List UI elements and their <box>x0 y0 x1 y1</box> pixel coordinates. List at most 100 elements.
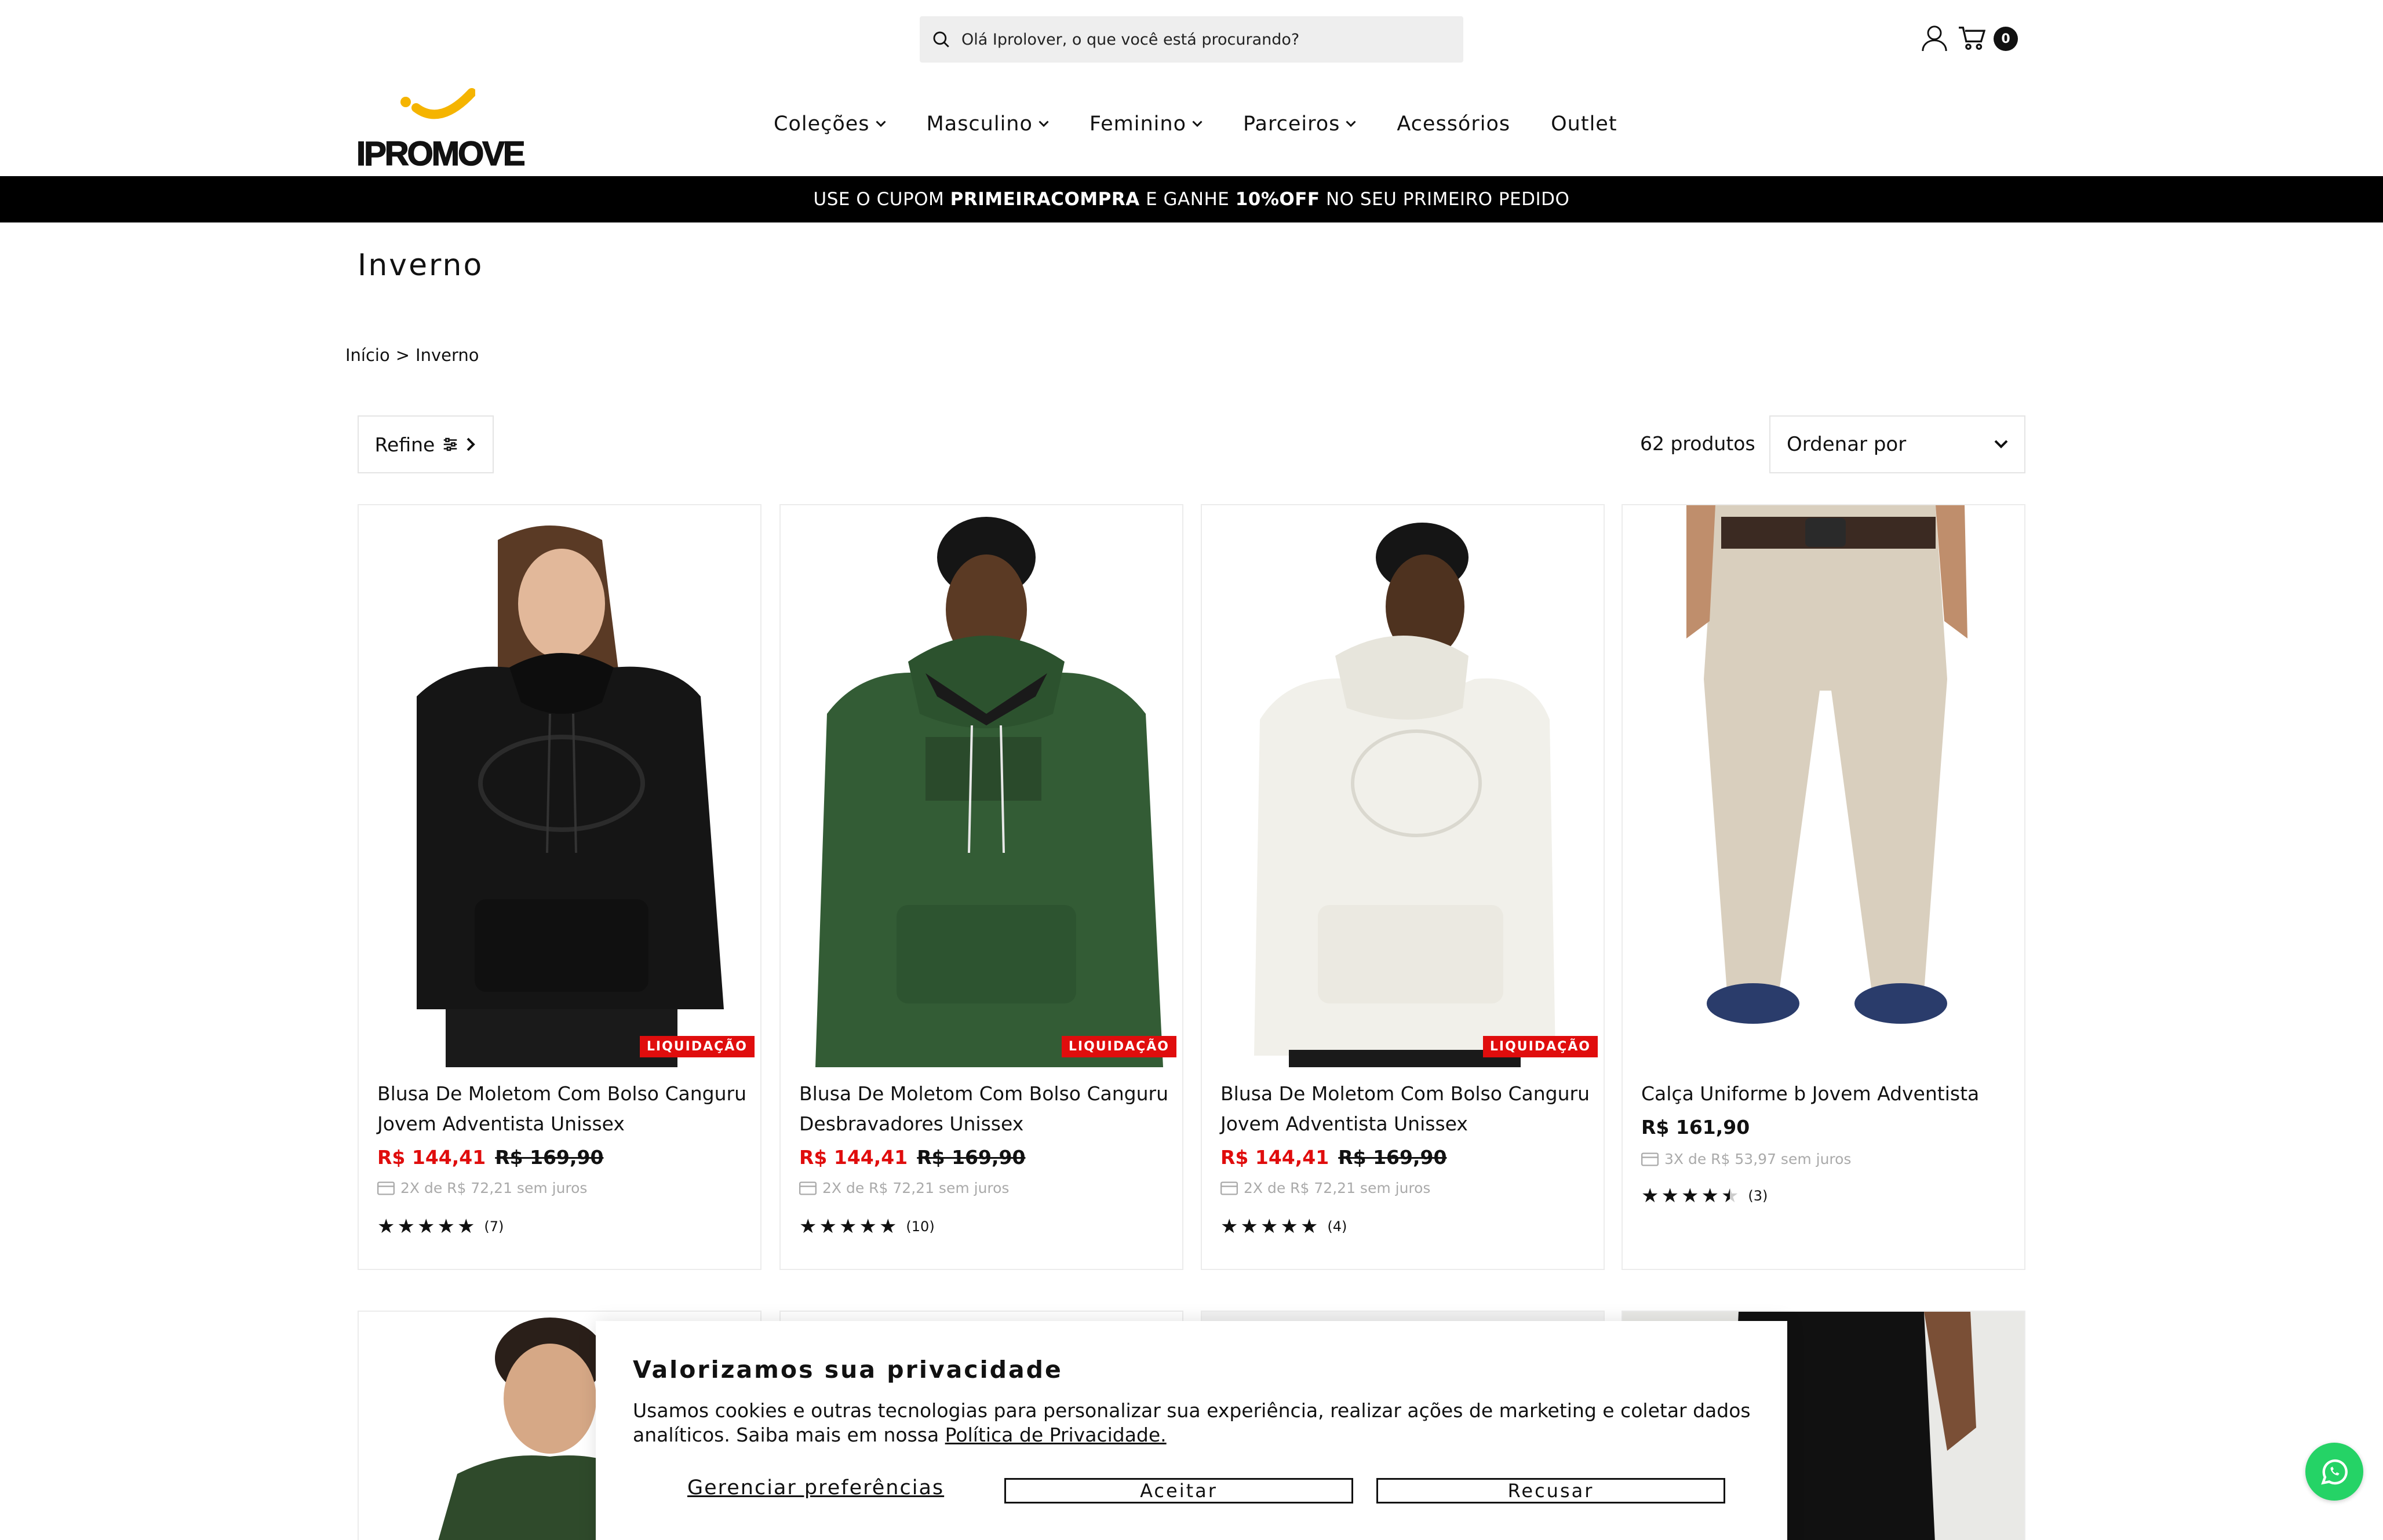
whatsapp-button[interactable] <box>2305 1443 2363 1501</box>
sale-badge: LIQUIDAÇÃO <box>639 1036 755 1057</box>
promo-middle: E GANHE <box>1139 189 1236 210</box>
installment-text: 2X de R$ 72,21 sem juros <box>400 1180 588 1196</box>
product-name[interactable]: Calça Uniforme b Jovem Adventista <box>1641 1079 2012 1109</box>
star-rating: ★ ★ ★ ★ ★ (10) <box>799 1215 935 1238</box>
product-count: 62 produtos <box>1640 432 1755 455</box>
installment-info: 3X de R$ 53,97 sem juros <box>1641 1151 1851 1167</box>
logo-text: IPROMOVE <box>356 134 526 173</box>
chevron-down-icon <box>875 121 886 127</box>
product-photo-beige-pants <box>1686 505 1967 1024</box>
star-icon: ★ <box>1641 1184 1659 1207</box>
promo-discount: 10%OFF <box>1235 189 1320 210</box>
breadcrumb-home-link[interactable]: Início <box>345 345 390 365</box>
product-photo-white-hoodie <box>1254 523 1555 1067</box>
credit-card-icon <box>377 1181 395 1195</box>
chevron-down-icon <box>1346 121 1356 127</box>
logo[interactable]: IPROMOVE <box>356 88 526 173</box>
sale-badge: LIQUIDAÇÃO <box>1061 1036 1176 1057</box>
installment-info: 2X de R$ 72,21 sem juros <box>799 1180 1009 1196</box>
star-icon: ★ <box>417 1215 435 1238</box>
product-card[interactable]: LIQUIDAÇÃO Blusa De Moletom Com Bolso Ca… <box>358 504 761 1270</box>
nav-item-outlet[interactable]: Outlet <box>1551 112 1617 136</box>
credit-card-icon <box>1641 1152 1659 1166</box>
nav-item-feminino[interactable]: Feminino <box>1090 112 1203 136</box>
reject-cookies-button[interactable]: Recusar <box>1376 1478 1725 1503</box>
chevron-right-icon <box>467 437 476 451</box>
star-icon: ★ <box>1681 1184 1699 1207</box>
product-image[interactable] <box>1623 505 2024 1067</box>
installment-info: 2X de R$ 72,21 sem juros <box>377 1180 587 1196</box>
search-bar[interactable] <box>920 16 1463 63</box>
sale-badge: LIQUIDAÇÃO <box>1482 1036 1598 1057</box>
product-name[interactable]: Blusa De Moletom Com Bolso Canguru Jovem… <box>377 1079 748 1139</box>
refine-filter-button[interactable]: Refine <box>358 415 494 473</box>
sort-dropdown[interactable]: Ordenar por <box>1769 415 2025 473</box>
breadcrumb-separator: > <box>395 345 410 365</box>
star-icon: ★ <box>1240 1215 1258 1238</box>
sliders-icon <box>444 437 457 451</box>
product-card[interactable]: LIQUIDAÇÃO Blusa De Moletom Com Bolso Ca… <box>779 504 1183 1270</box>
product-image[interactable] <box>1202 505 1604 1067</box>
installment-info: 2X de R$ 72,21 sem juros <box>1220 1180 1430 1196</box>
cart-count-badge: 0 <box>1994 27 2018 51</box>
regular-price: R$ 161,90 <box>1641 1116 1750 1138</box>
cookie-text: Usamos cookies e outras tecnologias para… <box>633 1399 1757 1447</box>
review-count: (10) <box>906 1218 935 1235</box>
star-icon: ★ <box>1661 1184 1679 1207</box>
product-prices: R$ 144,41 R$ 169,90 <box>377 1146 603 1169</box>
nav-item-parceiros[interactable]: Parceiros <box>1243 112 1356 136</box>
nav-label: Feminino <box>1089 112 1186 136</box>
star-rating: ★ ★ ★ ★ ★ (4) <box>1220 1215 1347 1238</box>
cookie-consent-banner: Valorizamos sua privacidade Usamos cooki… <box>596 1321 1787 1540</box>
search-input[interactable] <box>961 30 1437 49</box>
user-icon[interactable] <box>1922 24 1947 52</box>
main-navigation: Coleções Masculino Feminino Parceiros Ac… <box>774 112 1658 136</box>
product-name[interactable]: Blusa De Moletom Com Bolso Canguru Desbr… <box>799 1079 1170 1139</box>
sale-price: R$ 144,41 <box>799 1146 908 1169</box>
star-icon: ★ <box>1300 1215 1318 1238</box>
product-photo-green-hoodie <box>815 517 1163 1067</box>
promo-coupon-code: PRIMEIRACOMPRA <box>950 189 1140 210</box>
product-card[interactable]: LIQUIDAÇÃO Blusa De Moletom Com Bolso Ca… <box>1201 504 1605 1270</box>
original-price: R$ 169,90 <box>495 1146 604 1169</box>
installment-text: 2X de R$ 72,21 sem juros <box>822 1180 1010 1196</box>
logo-smile-mark <box>400 88 475 119</box>
star-icon: ★ <box>839 1215 857 1238</box>
nav-label: Masculino <box>926 112 1033 136</box>
nav-label: Coleções <box>774 112 870 136</box>
half-star-icon: ★ <box>1721 1184 1739 1207</box>
accept-cookies-button[interactable]: Aceitar <box>1004 1478 1353 1503</box>
star-icon: ★ <box>437 1215 455 1238</box>
star-icon: ★ <box>859 1215 877 1238</box>
cart-icon[interactable] <box>1958 25 1985 51</box>
nav-item-colecoes[interactable]: Coleções <box>774 112 886 136</box>
star-rating: ★ ★ ★ ★ ★ (3) <box>1641 1184 1768 1207</box>
product-name[interactable]: Blusa De Moletom Com Bolso Canguru Jovem… <box>1220 1079 1591 1139</box>
chevron-down-icon <box>1994 440 2008 448</box>
star-rating: ★ ★ ★ ★ ★ (7) <box>377 1215 504 1238</box>
promo-prefix: USE O CUPOM <box>813 189 950 210</box>
star-icon: ★ <box>377 1215 395 1238</box>
nav-item-acessorios[interactable]: Acessórios <box>1397 112 1510 136</box>
product-prices: R$ 144,41 R$ 169,90 <box>799 1146 1025 1169</box>
breadcrumb: Início > Inverno <box>345 345 479 365</box>
credit-card-icon <box>799 1181 817 1195</box>
star-icon: ★ <box>1280 1215 1298 1238</box>
manage-preferences-link[interactable]: Gerenciar preferências <box>687 1476 944 1499</box>
star-icon: ★ <box>879 1215 897 1238</box>
chevron-down-icon <box>1192 121 1203 127</box>
privacy-policy-link[interactable]: Política de Privacidade. <box>945 1424 1167 1446</box>
nav-item-masculino[interactable]: Masculino <box>927 112 1049 136</box>
installment-text: 2X de R$ 72,21 sem juros <box>1244 1180 1431 1196</box>
product-image[interactable] <box>359 505 760 1067</box>
promo-suffix: NO SEU PRIMEIRO PEDIDO <box>1320 189 1570 210</box>
product-image[interactable] <box>781 505 1182 1067</box>
star-icon: ★ <box>819 1215 837 1238</box>
sale-price: R$ 144,41 <box>377 1146 486 1169</box>
review-count: (3) <box>1748 1188 1768 1204</box>
review-count: (4) <box>1327 1218 1347 1235</box>
cookie-title: Valorizamos sua privacidade <box>633 1356 1063 1384</box>
star-icon: ★ <box>1701 1184 1719 1207</box>
product-card[interactable]: Calça Uniforme b Jovem Adventista R$ 161… <box>1622 504 2025 1270</box>
nav-label: Acessórios <box>1397 112 1511 136</box>
